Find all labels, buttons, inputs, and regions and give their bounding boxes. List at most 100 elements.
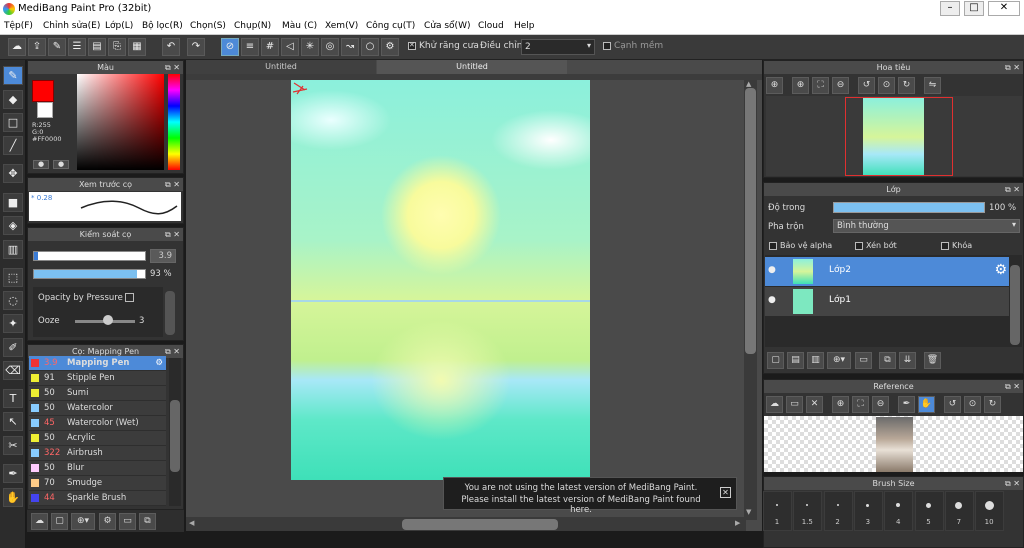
brush-list-item[interactable]: 322 Airbrush [29, 446, 166, 461]
flip-horizontal-icon[interactable]: ⇋ [924, 77, 941, 94]
brush-list-item[interactable]: 50 Blur [29, 461, 166, 476]
close-button[interactable]: ✕ [988, 1, 1020, 16]
add-layer-menu-icon[interactable]: ⊕▾ [827, 352, 851, 369]
menu-cloud[interactable]: Cloud [478, 21, 504, 31]
hand-tool-icon[interactable]: ✋ [3, 488, 23, 507]
maximize-button[interactable]: □ [964, 1, 984, 16]
folder-icon[interactable]: ▭ [119, 513, 136, 530]
undo-icon[interactable]: ↶ [162, 38, 180, 56]
reset-rotation-icon[interactable]: ⊙ [878, 77, 895, 94]
menu-select[interactable]: Chọn(S) [190, 21, 226, 31]
visibility-eye-icon[interactable]: ● [768, 295, 776, 305]
brush-list-item[interactable]: 50 Sumi [29, 386, 166, 401]
saturation-value-picker[interactable] [77, 74, 164, 170]
select-pen-icon[interactable]: ╱ [3, 136, 23, 155]
menu-color[interactable]: Màu (C) [282, 21, 317, 31]
fit-screen-icon[interactable]: ⛶ [812, 77, 829, 94]
zoom-in-icon[interactable]: ⊕ [766, 77, 783, 94]
layer-row-1[interactable]: ● Lớp2 ⚙ [765, 257, 1009, 286]
document-tab-2[interactable]: Untitled [377, 60, 567, 74]
delete-layer-icon[interactable]: 🗑 [924, 352, 941, 369]
layer-folder-icon[interactable]: ▭ [855, 352, 872, 369]
lock-checkbox[interactable]: Khóa [941, 241, 972, 250]
export-icon[interactable]: ⎘ [108, 38, 126, 56]
scroll-up-arrow-icon[interactable]: ▲ [746, 80, 751, 88]
visibility-eye-icon[interactable]: ● [768, 265, 776, 275]
text-tool-icon[interactable]: T [3, 389, 23, 408]
select-pen-tool-icon[interactable]: ✐ [3, 338, 23, 357]
blend-mode-select[interactable]: Bình thường ▾ [833, 219, 1020, 233]
menu-filter[interactable]: Bộ lọc(R) [142, 21, 183, 31]
menu-edit[interactable]: Chỉnh sửa(E) [43, 21, 100, 31]
new-8bit-layer-icon[interactable]: ▥ [807, 352, 824, 369]
grid-small-icon[interactable]: ▦ [128, 38, 146, 56]
close-reference-icon[interactable]: ✕ [806, 396, 823, 413]
brush-list-item[interactable]: 44 Sparkle Brush [29, 491, 166, 506]
clipping-checkbox[interactable]: Xén bớt [855, 241, 897, 250]
ref-zoom-out-icon[interactable]: ⊖ [872, 396, 889, 413]
ref-zoom-in-icon[interactable]: ⊕ [832, 396, 849, 413]
scroll-right-arrow-icon[interactable]: ▶ [735, 519, 740, 527]
ooze-slider-handle[interactable] [103, 315, 113, 325]
ref-eyedropper-icon[interactable]: ✒ [898, 396, 915, 413]
ref-rotate-left-icon[interactable]: ↺ [944, 396, 961, 413]
brush-settings-gear-icon[interactable]: ⚙ [155, 356, 163, 370]
document-tab-1[interactable]: Untitled [186, 60, 376, 74]
perspective-snap-icon[interactable]: ◁ [281, 38, 299, 56]
panel-menu-icon[interactable]: ⧉ ✕ [165, 345, 180, 358]
move-tool-icon[interactable]: ✥ [3, 164, 23, 183]
background-color[interactable] [37, 102, 53, 118]
cloud-brush-icon[interactable]: ☁ [31, 513, 48, 530]
document-icon[interactable]: ▤ [88, 38, 106, 56]
foreground-color[interactable] [32, 80, 54, 102]
canvas-vertical-scroll-thumb[interactable] [745, 88, 756, 354]
new-halftone-layer-icon[interactable]: ▤ [787, 352, 804, 369]
menu-file[interactable]: Tệp(F) [4, 21, 33, 31]
menu-view[interactable]: Xem(V) [325, 21, 358, 31]
adjust-select[interactable]: 2 ▾ [521, 39, 595, 55]
radial-snap-icon[interactable]: ✳ [301, 38, 319, 56]
menu-window[interactable]: Cửa sổ(W) [424, 21, 470, 31]
panel-menu-icon[interactable]: ⧉ ✕ [1005, 61, 1020, 74]
rotate-left-icon[interactable]: ↺ [858, 77, 875, 94]
add-color-icon[interactable]: ● [53, 160, 69, 169]
parallel-snap-icon[interactable]: ≡ [241, 38, 259, 56]
new-brush-icon[interactable]: ▢ [51, 513, 68, 530]
menu-tools[interactable]: Công cụ(T) [366, 21, 415, 31]
magic-wand-icon[interactable]: ✦ [3, 314, 23, 333]
brush-list-item[interactable]: 91 Stipple Pen [29, 371, 166, 386]
eyedropper-icon[interactable]: ✒ [3, 464, 23, 483]
comment-icon[interactable]: ✎ [48, 38, 66, 56]
hue-slider[interactable] [168, 74, 180, 170]
snap-off-icon[interactable]: ⊘ [221, 38, 239, 56]
navigator-viewport[interactable] [845, 97, 953, 176]
brush-list-item[interactable]: 3.9 Mapping Pen ⚙ [29, 356, 166, 371]
ref-reset-icon[interactable]: ⊙ [964, 396, 981, 413]
notice-close-icon[interactable]: ✕ [720, 487, 731, 498]
antialias-checkbox[interactable]: Khử răng cưa [408, 41, 479, 51]
scroll-down-arrow-icon[interactable]: ▼ [746, 508, 751, 516]
scroll-left-arrow-icon[interactable]: ◀ [189, 519, 194, 527]
copy-brush-icon[interactable]: ⧉ [139, 513, 156, 530]
brush-list-item[interactable]: 45 Watercolor (Wet) [29, 416, 166, 431]
dot-tool-icon[interactable]: □ [3, 113, 23, 132]
brush-control-scrollbar[interactable] [165, 291, 175, 335]
panel-menu-icon[interactable]: ⧉ ✕ [1005, 183, 1020, 196]
menu-help[interactable]: Help [514, 21, 535, 31]
fill-shape-icon[interactable]: ■ [3, 193, 23, 212]
rotate-right-icon[interactable]: ↻ [898, 77, 915, 94]
brush-list-item[interactable]: 50 Watercolor [29, 401, 166, 416]
brush-list-item[interactable]: 70 Smudge [29, 476, 166, 491]
chat-icon[interactable]: ☰ [68, 38, 86, 56]
rect-select-icon[interactable]: ⬚ [3, 268, 23, 287]
concentric-snap-icon[interactable]: ◎ [321, 38, 339, 56]
bucket-tool-icon[interactable]: ◈ [3, 216, 23, 235]
opacity-pressure-checkbox[interactable] [125, 293, 134, 302]
curve-snap-icon[interactable]: ↝ [341, 38, 359, 56]
ellipse-snap-icon[interactable]: ○ [361, 38, 379, 56]
panel-menu-icon[interactable]: ⧉ ✕ [165, 228, 180, 241]
upload-icon[interactable]: ⇪ [28, 38, 46, 56]
open-reference-icon[interactable]: ▭ [786, 396, 803, 413]
lasso-select-icon[interactable]: ◌ [3, 291, 23, 310]
layer-settings-gear-icon[interactable]: ⚙ [994, 262, 1007, 278]
